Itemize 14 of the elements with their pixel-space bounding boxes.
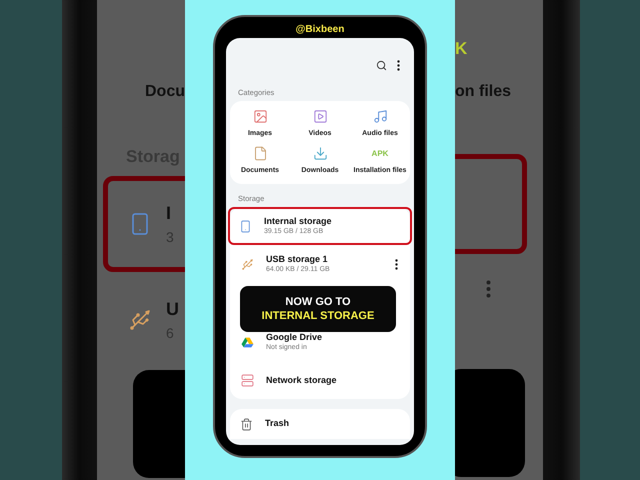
storage-title: Internal storage: [264, 215, 333, 227]
storage-title: Network storage: [266, 374, 338, 386]
storage-title: U: [166, 298, 179, 320]
category-label: Docu: [145, 82, 185, 102]
storage-title: I: [166, 202, 172, 224]
callout-text: NOW GO TO: [285, 295, 351, 309]
storage-title: Google Drive: [266, 331, 324, 343]
trash-label: Trash: [265, 417, 290, 430]
category-label: on files: [455, 82, 512, 102]
storage-title: USB storage 1: [266, 253, 329, 265]
channel-handle: @Bixbeen: [296, 23, 344, 37]
apk-icon: APK: [372, 146, 388, 160]
apk-text: K: [455, 38, 468, 60]
callout-highlight-text: INTERNAL STORAGE: [262, 309, 374, 323]
